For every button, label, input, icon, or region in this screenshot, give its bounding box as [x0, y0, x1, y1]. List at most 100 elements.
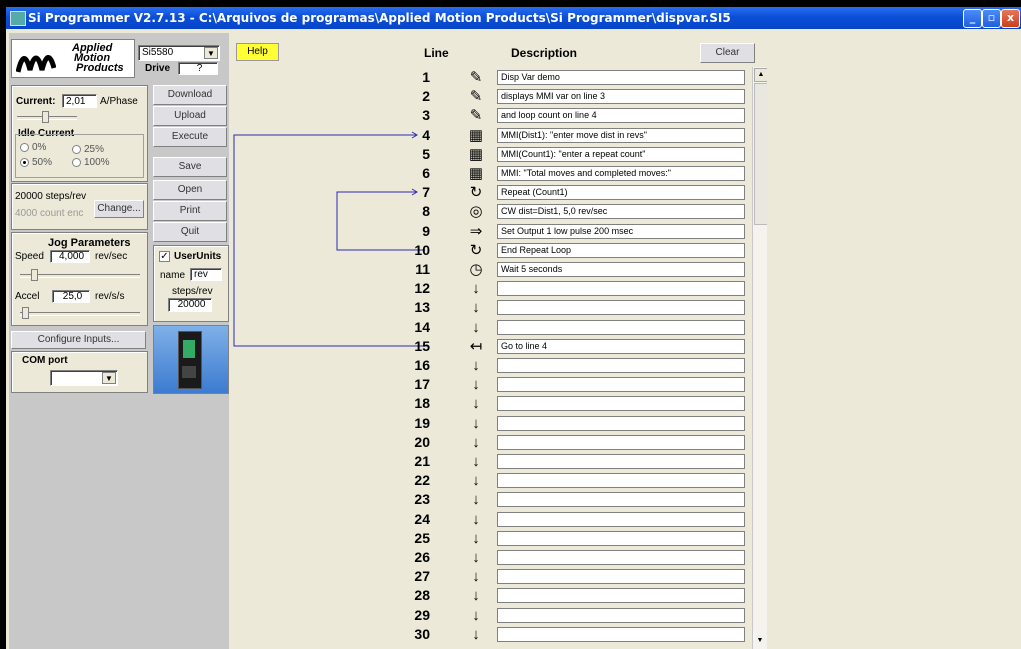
user-units-checkbox[interactable]: ✓: [159, 251, 170, 262]
line-description[interactable]: [497, 492, 745, 507]
line-description[interactable]: End Repeat Loop: [497, 243, 745, 258]
speed-slider-thumb[interactable]: [31, 269, 38, 281]
line-description[interactable]: [497, 435, 745, 450]
idle-100-radio[interactable]: [72, 158, 81, 167]
clear-button[interactable]: Clear: [700, 43, 755, 63]
line-description[interactable]: MMI(Count1): "enter a repeat count": [497, 147, 745, 162]
steps-per-rev-input[interactable]: 20000: [168, 298, 212, 312]
arrow-down-icon[interactable]: ↓: [466, 587, 486, 604]
arrow-down-icon[interactable]: ↓: [466, 319, 486, 336]
current-input[interactable]: 2,01: [62, 94, 97, 108]
print-button[interactable]: Print: [153, 201, 227, 221]
line-description[interactable]: Wait 5 seconds: [497, 262, 745, 277]
mmi-icon[interactable]: ▦: [466, 165, 486, 182]
move-icon[interactable]: ◎: [466, 203, 486, 220]
arrow-down-icon[interactable]: ↓: [466, 299, 486, 316]
line-description[interactable]: [497, 608, 745, 623]
comment-icon[interactable]: ✎: [466, 107, 486, 124]
line-description[interactable]: [497, 281, 745, 296]
change-button[interactable]: Change...: [94, 200, 144, 218]
line-description[interactable]: displays MMI var on line 3: [497, 89, 745, 104]
mmi-icon[interactable]: ▦: [466, 127, 486, 144]
program-scrollbar[interactable]: ▲ ▼: [752, 67, 768, 649]
arrow-down-icon[interactable]: ↓: [466, 472, 486, 489]
line-description[interactable]: [497, 320, 745, 335]
configure-inputs-button[interactable]: Configure Inputs...: [11, 331, 146, 349]
arrow-down-icon[interactable]: ↓: [466, 511, 486, 528]
line-description[interactable]: [497, 627, 745, 642]
close-button[interactable]: x: [1001, 9, 1020, 28]
accel-input[interactable]: 25,0: [52, 290, 90, 303]
arrow-down-icon[interactable]: ↓: [466, 280, 486, 297]
arrow-down-icon[interactable]: ↓: [466, 376, 486, 393]
arrow-down-icon[interactable]: ↓: [466, 453, 486, 470]
clock-icon[interactable]: ◷: [466, 261, 486, 278]
help-button[interactable]: Help: [236, 43, 279, 61]
scroll-up-button[interactable]: ▲: [754, 68, 768, 82]
mmi-icon[interactable]: ▦: [466, 146, 486, 163]
line-description[interactable]: [497, 396, 745, 411]
arrow-down-icon[interactable]: ↓: [466, 549, 486, 566]
arrow-down-icon[interactable]: ↓: [466, 434, 486, 451]
arrow-down-icon[interactable]: ↓: [466, 626, 486, 643]
download-button[interactable]: Download: [153, 85, 227, 105]
line-description[interactable]: MMI: "Total moves and completed moves:": [497, 166, 745, 181]
accel-slider[interactable]: [20, 312, 140, 316]
line-description[interactable]: Set Output 1 low pulse 200 msec: [497, 224, 745, 239]
accel-unit: rev/s/s: [95, 291, 125, 302]
line-description[interactable]: [497, 512, 745, 527]
line-description[interactable]: [497, 569, 745, 584]
comment-icon[interactable]: ✎: [466, 88, 486, 105]
line-description[interactable]: MMI(Dist1): "enter move dist in revs": [497, 128, 745, 143]
drive-model-select[interactable]: Si5580 ▼: [138, 45, 220, 61]
unit-name-input[interactable]: rev: [190, 268, 222, 281]
chevron-down-icon[interactable]: ▼: [102, 372, 116, 384]
com-port-select[interactable]: ▼: [50, 370, 118, 386]
line-description[interactable]: Repeat (Count1): [497, 185, 745, 200]
line-description[interactable]: [497, 454, 745, 469]
line-description[interactable]: [497, 531, 745, 546]
line-description[interactable]: [497, 377, 745, 392]
goto-icon[interactable]: ↤: [466, 338, 486, 355]
save-button[interactable]: Save: [153, 157, 227, 177]
arrow-down-icon[interactable]: ↓: [466, 568, 486, 585]
line-number: 30: [414, 626, 430, 642]
output-icon[interactable]: ⇒: [466, 223, 486, 240]
upload-button[interactable]: Upload: [153, 106, 227, 126]
quit-button[interactable]: Quit: [153, 222, 227, 242]
current-slider-thumb[interactable]: [42, 111, 49, 123]
repeat-icon[interactable]: ↻: [466, 184, 486, 201]
maximize-button[interactable]: ▫: [982, 9, 1001, 28]
line-description[interactable]: [497, 588, 745, 603]
repeat-icon[interactable]: ↻: [466, 242, 486, 259]
line-description[interactable]: Disp Var demo: [497, 70, 745, 85]
drive-image: [153, 325, 229, 394]
chevron-down-icon[interactable]: ▼: [204, 47, 218, 59]
arrow-down-icon[interactable]: ↓: [466, 415, 486, 432]
accel-slider-thumb[interactable]: [22, 307, 29, 319]
arrow-down-icon[interactable]: ↓: [466, 530, 486, 547]
comment-icon[interactable]: ✎: [466, 69, 486, 86]
minimize-button[interactable]: _: [963, 9, 982, 28]
line-description[interactable]: and loop count on line 4: [497, 108, 745, 123]
line-description[interactable]: Go to line 4: [497, 339, 745, 354]
scroll-thumb[interactable]: [754, 83, 768, 225]
line-description[interactable]: [497, 300, 745, 315]
speed-input[interactable]: 4,000: [50, 250, 90, 263]
idle-0-radio[interactable]: [20, 143, 29, 152]
arrow-down-icon[interactable]: ↓: [466, 357, 486, 374]
open-button[interactable]: Open: [153, 180, 227, 200]
line-description[interactable]: [497, 358, 745, 373]
arrow-down-icon[interactable]: ↓: [466, 491, 486, 508]
line-description[interactable]: [497, 416, 745, 431]
idle-50-radio[interactable]: [20, 158, 29, 167]
speed-slider[interactable]: [20, 274, 140, 278]
execute-button[interactable]: Execute: [153, 127, 227, 147]
scroll-down-button[interactable]: ▼: [754, 636, 766, 646]
arrow-down-icon[interactable]: ↓: [466, 607, 486, 624]
arrow-down-icon[interactable]: ↓: [466, 395, 486, 412]
line-description[interactable]: [497, 550, 745, 565]
line-description[interactable]: [497, 473, 745, 488]
line-description[interactable]: CW dist=Dist1, 5,0 rev/sec: [497, 204, 745, 219]
idle-25-radio[interactable]: [72, 145, 81, 154]
